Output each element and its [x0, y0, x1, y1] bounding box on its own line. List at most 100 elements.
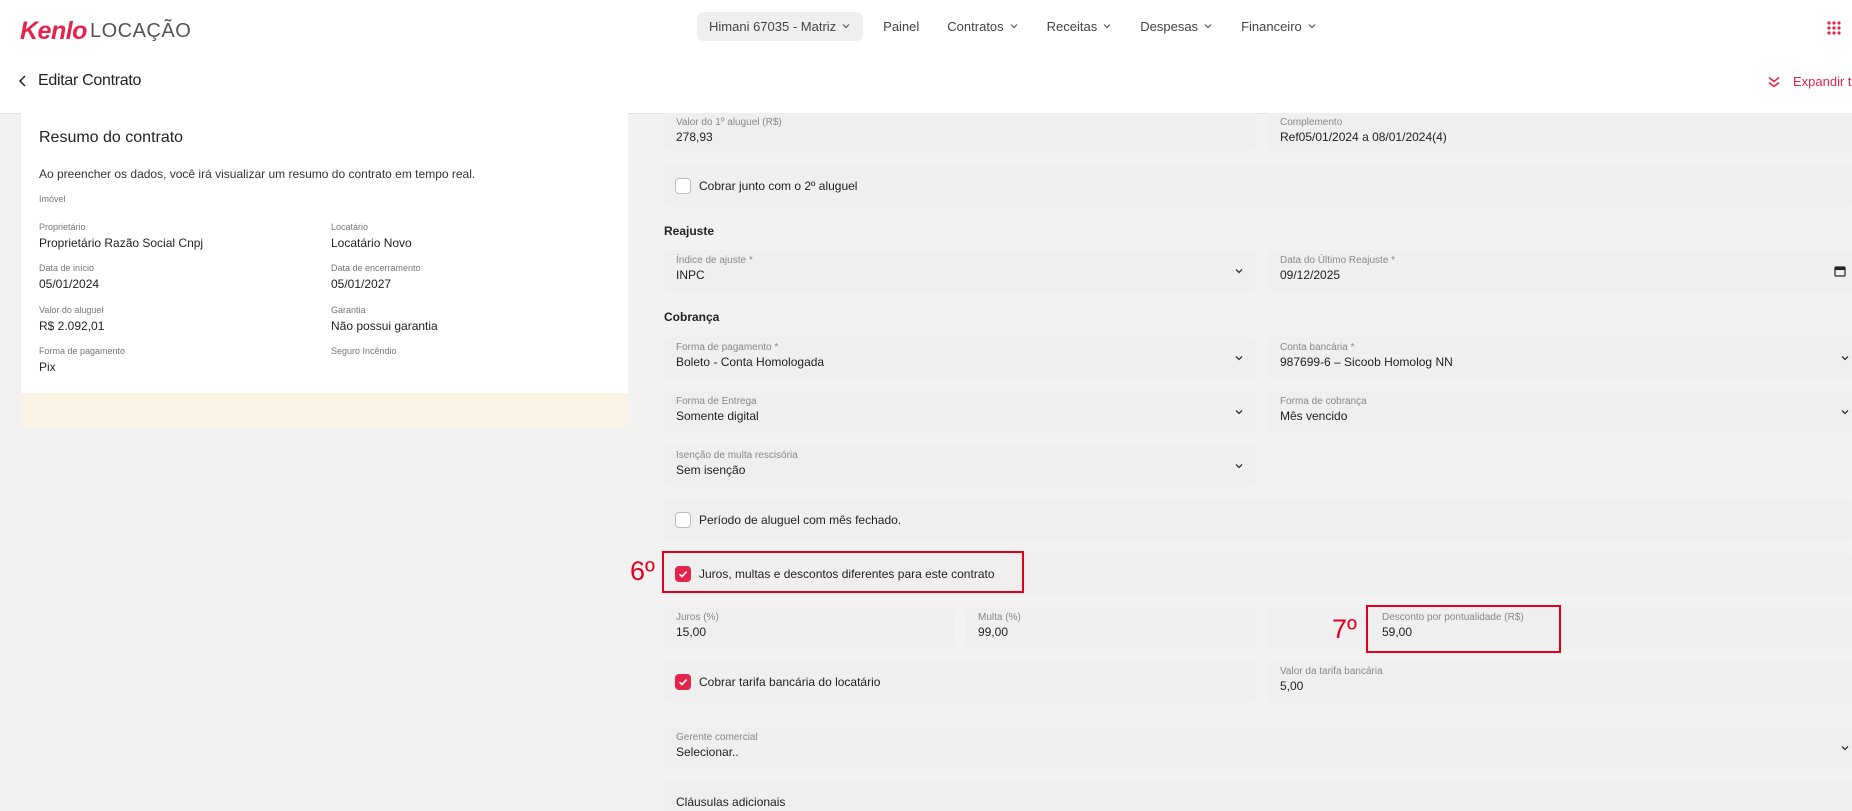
field-label: Data de encerramento [331, 263, 421, 273]
product-name: LOCAÇÃO [89, 19, 192, 42]
field-value: 5,00 [1280, 679, 1304, 693]
apps-grid-icon[interactable] [1826, 20, 1842, 36]
field-value: R$ 2.092,01 [39, 319, 105, 333]
nav-item-financeiro[interactable]: Financeiro [1227, 12, 1331, 41]
field-label: Isenção de multa rescisória [676, 450, 798, 461]
checkmark-icon [678, 679, 688, 686]
summary-intro: Ao preencher os dados, você irá visualiz… [39, 167, 476, 181]
annotation-step7-label: 7º [1332, 614, 1357, 644]
summary-field-proprietario: Proprietário Proprietário Razão Social C… [39, 222, 203, 250]
periodo-mes-fechado-row[interactable]: Período de aluguel com mês fechado. [664, 499, 1852, 541]
forma-cobranca-select[interactable]: Forma de cobrança Mês vencido [1268, 391, 1852, 433]
indice-ajuste-select[interactable]: Índice de ajuste * INPC [664, 250, 1256, 292]
back-button[interactable]: Editar Contrato [18, 72, 141, 90]
forma-entrega-select[interactable]: Forma de Entrega Somente digital [664, 391, 1256, 433]
nav-item-label: Painel [883, 18, 920, 34]
cobranca-section-title: Cobrança [664, 310, 720, 324]
chevron-down-icon [1841, 410, 1849, 415]
field-value: Boleto - Conta Homologada [676, 355, 825, 369]
nav-item-contratos[interactable]: Contratos [933, 12, 1032, 41]
checkbox-label: Cobrar tarifa bancária do locatário [699, 675, 881, 689]
summary-footer [21, 393, 628, 428]
chevron-down-icon [1235, 410, 1243, 415]
chevron-down-icon [1235, 356, 1243, 361]
company-selector[interactable]: Himani 67035 - Matriz [697, 11, 864, 41]
chevron-down-icon [1308, 24, 1316, 29]
field-value: 05/01/2024 [39, 277, 100, 291]
primeiro-aluguel-field[interactable]: Valor do 1º aluguel (R$) 278,93 [664, 113, 1256, 151]
chevron-down-icon [1235, 269, 1243, 274]
page-header: Editar Contrato Expandir t [0, 56, 1852, 114]
data-ultimo-reajuste-field[interactable]: Data do Último Reajuste * 09/12/2025 [1268, 250, 1852, 292]
nav-item-despesas[interactable]: Despesas [1126, 12, 1227, 41]
nav-item-label: Financeiro [1241, 18, 1302, 34]
field-label: Cláusulas adicionais [676, 795, 786, 809]
chevron-left-icon [18, 75, 26, 87]
field-value: 278,93 [676, 130, 713, 144]
cobrar-junto-row[interactable]: Cobrar junto com o 2º aluguel [664, 165, 1852, 207]
field-value: Sem isenção [676, 463, 746, 477]
field-label: Forma de Entrega [676, 396, 757, 407]
nav-item-receitas[interactable]: Receitas [1033, 12, 1127, 41]
nav-item-painel[interactable]: Painel [869, 12, 933, 41]
app-logo[interactable]: Kenlo LOCAÇÃO [20, 14, 191, 48]
field-value: Somente digital [676, 409, 759, 423]
field-label: Índice de ajuste * [676, 255, 753, 266]
field-value: 99,00 [978, 625, 1009, 639]
field-label: Data do Último Reajuste * [1280, 255, 1396, 266]
multa-field[interactable]: Multa (%) 99,00 [966, 607, 1256, 649]
field-label: Valor da tarifa bancária [1280, 666, 1383, 677]
summary-field-data-encerramento: Data de encerramento 05/01/2027 [331, 263, 421, 291]
annotation-box-step7 [1366, 605, 1561, 653]
top-navigation-bar: Kenlo LOCAÇÃO Himani 67035 - Matriz Pain… [0, 6, 1852, 56]
field-value: Pix [39, 360, 56, 374]
nav-item-label: Contratos [947, 18, 1004, 34]
chevron-down-icon [1841, 746, 1849, 751]
valor-tarifa-field[interactable]: Valor da tarifa bancária 5,00 [1268, 661, 1852, 703]
field-label: Seguro Incêndio [331, 346, 397, 356]
field-value: 05/01/2027 [331, 277, 392, 291]
field-value: 15,00 [676, 625, 707, 639]
cobrar-tarifa-row[interactable]: Cobrar tarifa bancária do locatário [664, 661, 1256, 703]
forma-pagamento-select[interactable]: Forma de pagamento * Boleto - Conta Homo… [664, 337, 1256, 379]
field-value: 987699-6 – Sicoob Homolog NN [1280, 355, 1453, 369]
complemento-field[interactable]: Complemento Ref05/01/2024 a 08/01/2024(4… [1268, 113, 1852, 151]
summary-title: Resumo do contrato [39, 129, 184, 146]
annotation-step6-label: 6º [630, 556, 655, 586]
field-label: Juros (%) [676, 612, 719, 623]
chevron-down-icon [1010, 24, 1018, 29]
cobrar-tarifa-checkbox[interactable] [675, 674, 691, 690]
gerente-comercial-select[interactable]: Gerente comercial Selecionar.. [664, 727, 1852, 769]
chevron-down-icon [1841, 356, 1849, 361]
field-label: Forma de pagamento [39, 346, 126, 356]
main-nav: Himani 67035 - Matriz Painel Contratos R… [697, 10, 1331, 42]
field-value: Proprietário Razão Social Cnpj [39, 236, 204, 250]
summary-field-forma-pagamento: Forma de pagamento Pix [39, 346, 125, 374]
field-value: Selecionar.. [676, 745, 739, 759]
isencao-multa-select[interactable]: Isenção de multa rescisória Sem isenção [664, 445, 1256, 487]
annotation-box-step6 [662, 551, 1024, 593]
field-value: INPC [676, 268, 705, 282]
company-selector-label: Himani 67035 - Matriz [709, 18, 837, 34]
juros-field[interactable]: Juros (%) 15,00 [664, 607, 954, 649]
brand-name: Kenlo [20, 16, 87, 45]
field-label: Gerente comercial [676, 732, 758, 743]
calendar-icon[interactable] [1834, 265, 1846, 277]
field-label: Data de início [39, 263, 95, 273]
conta-bancaria-select[interactable]: Conta bancária * 987699-6 – Sicoob Homol… [1268, 337, 1852, 379]
field-label: Forma de pagamento * [676, 342, 779, 353]
field-value: Ref05/01/2024 a 08/01/2024(4) [1280, 130, 1447, 144]
expand-label: Expandir t [1793, 74, 1852, 89]
field-label: Multa (%) [978, 612, 1021, 623]
contract-summary-card: Resumo do contrato Ao preencher os dados… [21, 113, 628, 428]
chevron-down-icon [1103, 24, 1111, 29]
field-value: Locatário Novo [331, 236, 412, 250]
clausulas-adicionais-field[interactable]: Cláusulas adicionais [664, 781, 1852, 811]
chevron-down-icon [842, 24, 850, 29]
summary-field-data-inicio: Data de início 05/01/2024 [39, 263, 99, 291]
imovel-label: Imóvel [39, 194, 66, 204]
field-value: 09/12/2025 [1280, 268, 1341, 282]
periodo-mes-fechado-checkbox[interactable] [675, 512, 691, 528]
cobrar-junto-checkbox[interactable] [675, 178, 691, 194]
expand-button[interactable]: Expandir t [1767, 74, 1852, 89]
